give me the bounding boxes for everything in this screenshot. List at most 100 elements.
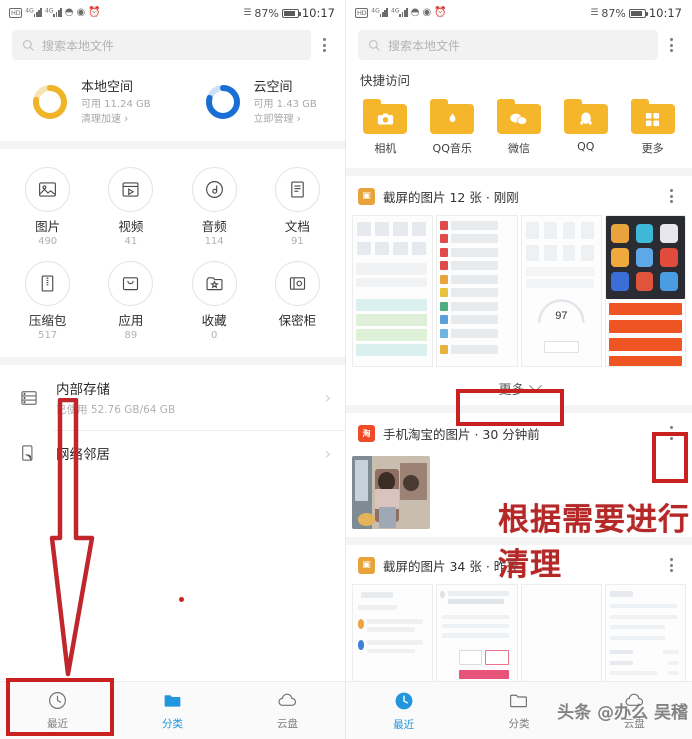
- quick-access-qqmusic[interactable]: QQ音乐: [419, 99, 486, 156]
- quick-access-camera[interactable]: 相机: [352, 99, 419, 156]
- left-phone-screen: HD 4G 4G ◓ ◉ ⏰ ☰ 87% 10:17 搜索本地文件 本地空间 可…: [0, 0, 346, 739]
- vibrate-icon: ☰: [243, 8, 252, 18]
- category-label: 图片: [35, 219, 61, 234]
- status-time: 10:17: [648, 6, 682, 20]
- quick-access-label: 微信: [507, 142, 530, 155]
- photo-thumbnail[interactable]: [352, 456, 430, 529]
- storage-entry-title: 内部存储: [56, 382, 110, 398]
- category-label: 视频: [118, 219, 144, 234]
- quick-access-more[interactable]: 更多: [619, 99, 686, 156]
- document-icon: [274, 167, 320, 212]
- storage-entry-network[interactable]: 网络邻居 ›: [0, 430, 345, 476]
- quick-access-label: QQ: [577, 140, 595, 153]
- category-favorites[interactable]: 收藏 0: [173, 261, 256, 343]
- thumbnail-apps-screen[interactable]: [604, 215, 686, 367]
- overflow-menu-button[interactable]: [311, 34, 337, 56]
- section-divider: [346, 168, 692, 176]
- qqmusic-folder-icon: [430, 99, 475, 134]
- category-count: 0: [210, 330, 218, 341]
- nav-label: 最近: [393, 718, 415, 731]
- more-button[interactable]: 更多: [346, 371, 692, 405]
- nav-label: 分类: [508, 718, 530, 730]
- recent-group-header-1: ▣ 截屏的图片 12 张 · 刚刚: [346, 176, 692, 215]
- category-documents[interactable]: 文档 91: [256, 167, 339, 249]
- image-icon: [25, 167, 71, 212]
- nav-tab-recent[interactable]: 最近: [346, 690, 461, 732]
- status-bar-right: ☰ 87% 10:17: [243, 6, 335, 20]
- storage-entry-list: 内部存储 已使用 52.76 GB/64 GB › 网络邻居 ›: [0, 365, 345, 476]
- search-input[interactable]: 搜索本地文件: [358, 30, 658, 60]
- recent-group-title: 手机淘宝的图片 · 30 分钟前: [383, 426, 540, 442]
- chevron-right-icon: ›: [324, 388, 331, 407]
- category-audio[interactable]: 音频 114: [173, 167, 256, 249]
- cloud-icon: [278, 693, 297, 706]
- storage-entry-internal[interactable]: 内部存储 已使用 52.76 GB/64 GB ›: [0, 365, 345, 430]
- screenshot-app-icon: ▣: [358, 187, 375, 205]
- category-safebox[interactable]: 保密柜: [256, 261, 339, 343]
- storage-card-cloud[interactable]: 云空间 可用 1.43 GB 立即管理: [173, 76, 346, 127]
- overflow-menu-button[interactable]: [658, 34, 684, 56]
- search-row: 搜索本地文件: [346, 26, 692, 68]
- status-bar-left: HD 4G 4G ◓ ◉ ⏰: [9, 7, 101, 20]
- group-overflow-menu-button[interactable]: [658, 185, 684, 207]
- internal-storage-icon: [18, 388, 40, 408]
- local-storage-action[interactable]: 清理加速: [81, 112, 151, 127]
- storage-entry-title: 网络邻居: [56, 447, 110, 463]
- nav-label: 最近: [47, 718, 68, 730]
- section-divider-2: [0, 357, 345, 365]
- category-label: 音频: [201, 219, 227, 234]
- search-placeholder: 搜索本地文件: [42, 38, 115, 53]
- bottom-navigation: 最近 分类 云盘: [0, 681, 345, 739]
- nav-tab-cloud[interactable]: 云盘: [230, 690, 345, 731]
- search-input[interactable]: 搜索本地文件: [12, 30, 311, 60]
- star-folder-icon: [191, 261, 237, 306]
- wifi-icon: ◓: [410, 7, 420, 18]
- quick-access-wechat[interactable]: 微信: [486, 99, 553, 156]
- cloud-storage-action[interactable]: 立即管理: [254, 112, 317, 127]
- hd-icon: HD: [355, 8, 369, 18]
- group-overflow-menu-button[interactable]: [658, 422, 684, 444]
- audio-icon: [191, 167, 237, 212]
- quick-access-qq[interactable]: QQ: [552, 99, 619, 156]
- quick-access-label: 更多: [641, 142, 664, 155]
- camera-folder-icon: [363, 99, 408, 134]
- qq-folder-icon: [563, 99, 608, 134]
- chevron-down-icon: [528, 378, 542, 392]
- quick-access-row: 相机 QQ音乐 微信 QQ 更多: [346, 99, 692, 168]
- nav-label: 云盘: [277, 718, 298, 730]
- group-overflow-menu-button[interactable]: [658, 554, 684, 576]
- category-images[interactable]: 图片 490: [6, 167, 89, 249]
- storage-card-local[interactable]: 本地空间 可用 11.24 GB 清理加速: [0, 76, 173, 127]
- dual-screenshot-container: HD 4G 4G ◓ ◉ ⏰ ☰ 87% 10:17 搜索本地文件 本地空间 可…: [0, 0, 692, 739]
- video-icon: [108, 167, 154, 212]
- thumbnail-filelist-screen[interactable]: [436, 215, 518, 367]
- nav-tab-category[interactable]: 分类: [115, 690, 230, 731]
- screenshot-thumbnail-row-1: 97: [346, 215, 692, 367]
- signal-2-icon: 4G: [45, 7, 62, 20]
- category-label: 保密柜: [278, 313, 317, 328]
- nav-tab-recent[interactable]: 最近: [0, 690, 115, 731]
- nav-label: 分类: [162, 718, 183, 730]
- cloud-storage-title: 云空间: [253, 80, 293, 95]
- right-phone-screen: HD 4G 4G ◓ ◉ ⏰ ☰ 87% 10:17 搜索本地文件 快捷访问 相…: [346, 0, 692, 739]
- battery-percent: 87%: [601, 6, 626, 20]
- more-button-label: 更多: [498, 382, 525, 398]
- category-count: 89: [124, 330, 138, 341]
- wifi-icon: ◓: [64, 7, 74, 18]
- signal-1-icon: 4G: [371, 7, 389, 20]
- thumbnail-settings-screen[interactable]: [352, 215, 434, 367]
- red-dot-annotation: [179, 597, 184, 602]
- thumbnail-cleaner-screen[interactable]: 97: [520, 215, 602, 367]
- status-bar: HD 4G 4G ◓ ◉ ⏰ ☰ 87% 10:17: [0, 0, 345, 26]
- search-row: 搜索本地文件: [0, 26, 345, 68]
- clock-icon: [49, 692, 66, 709]
- category-label: 压缩包: [28, 313, 67, 328]
- category-apps[interactable]: 应用 89: [89, 261, 172, 343]
- category-archives[interactable]: 压缩包 517: [6, 261, 89, 343]
- folder-icon: [164, 695, 181, 707]
- search-icon: [369, 39, 380, 51]
- more-folder-icon: [630, 99, 675, 134]
- chevron-right-icon: ›: [324, 443, 331, 463]
- category-videos[interactable]: 视频 41: [89, 167, 172, 249]
- category-count: 91: [291, 236, 304, 247]
